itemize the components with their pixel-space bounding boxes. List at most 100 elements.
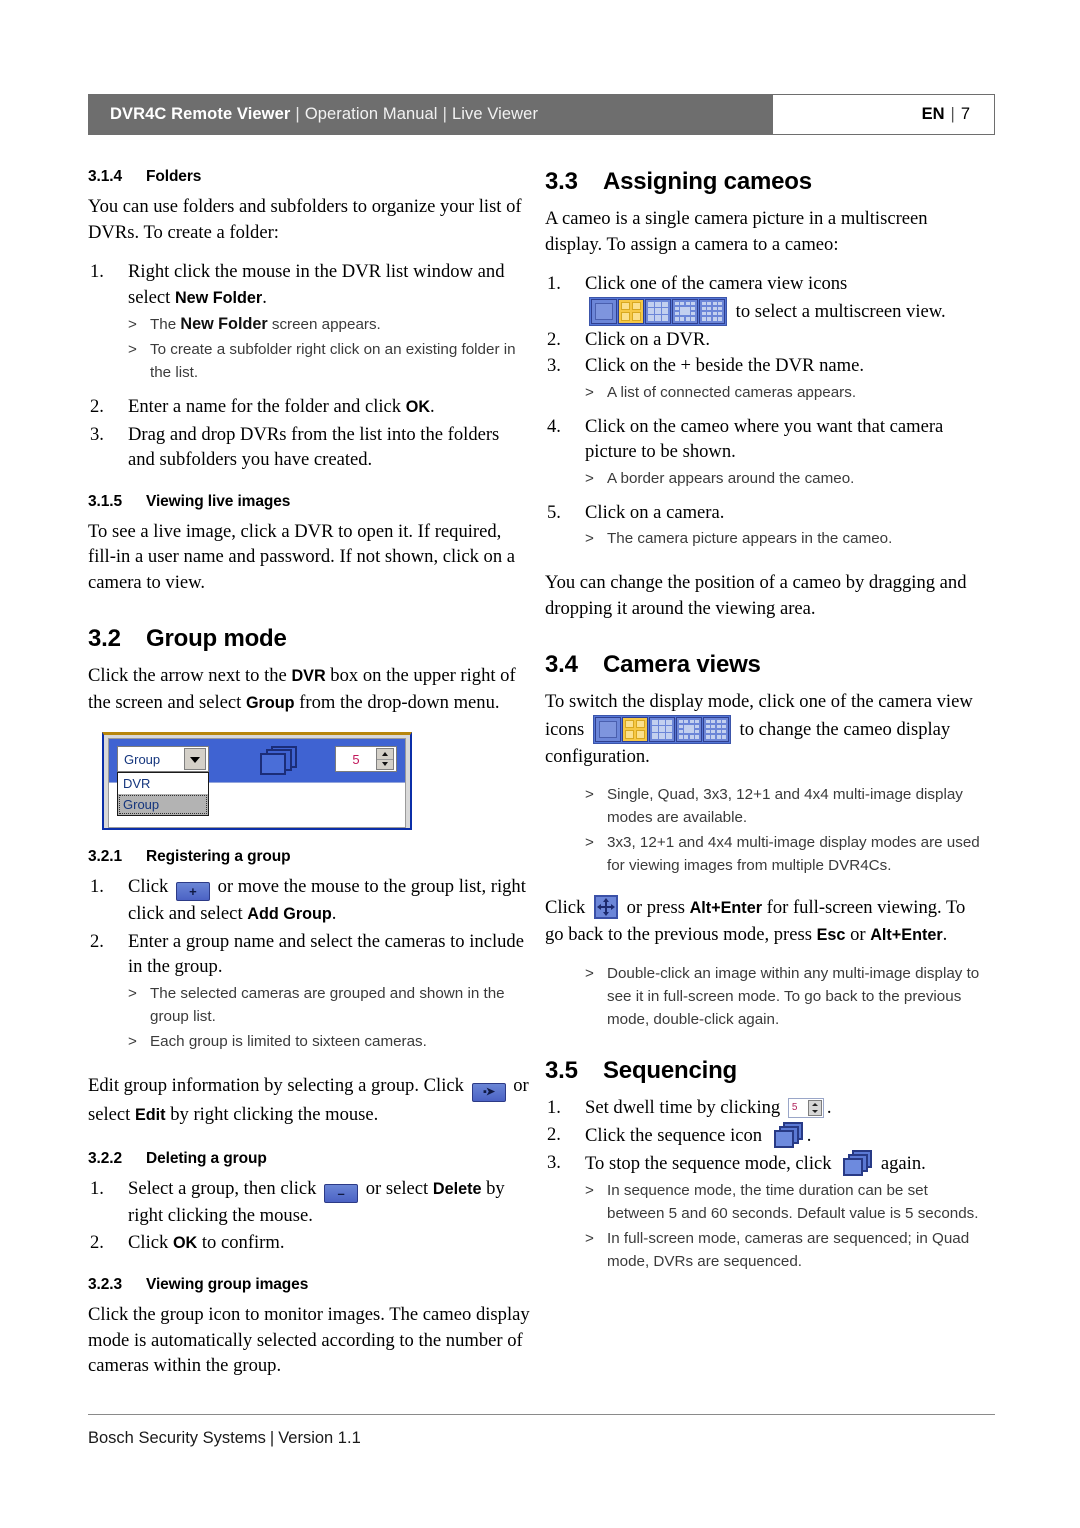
sequencing-step-1-text-b: .	[826, 1097, 832, 1118]
grid-4x4	[702, 301, 722, 321]
full-screen-text-b: or press	[621, 897, 690, 918]
cameos-step-3-notes: > A list of connected cameras appears.	[585, 381, 987, 404]
folders-step-1-bold: New Folder	[174, 288, 263, 307]
footer-separator: |	[269, 1429, 275, 1447]
mode-dropdown[interactable]: Group	[117, 746, 209, 772]
chevron-down-icon[interactable]	[184, 748, 206, 770]
registering-step-1-text-d: .	[331, 903, 337, 924]
deleting-step-2-text-a: Click	[128, 1231, 173, 1253]
cameos-note-5: > The camera picture appears in the came…	[585, 527, 987, 550]
view-icon-12plus1[interactable]	[672, 298, 698, 324]
sequencing-note-2-text: In full-screen mode, cameras are sequenc…	[607, 1229, 970, 1270]
arrow-left	[596, 904, 601, 910]
dwell-time-spinner[interactable]: 5	[335, 746, 397, 772]
heading-3-5-title: Sequencing	[603, 1057, 738, 1084]
view-icon-quad[interactable]	[621, 716, 648, 742]
spinner-arrows-icon[interactable]	[807, 1100, 822, 1116]
folders-step-2-text-c: .	[430, 396, 435, 417]
camera-views-note-2-text: 3x3, 12+1 and 4x4 multi-image display mo…	[607, 834, 980, 874]
cameos-outro: You can change the position of a cameo b…	[545, 572, 967, 619]
view-icon-3x3[interactable]	[648, 716, 675, 742]
spinner-down-icon[interactable]	[377, 758, 393, 770]
view-icon-single[interactable]	[591, 298, 617, 324]
heading-3-5-number: 3.5	[545, 1057, 578, 1084]
folders-step-2-text-a: Enter a name for the folder and click	[128, 396, 406, 417]
spinner-buttons[interactable]	[376, 748, 394, 770]
cameos-step-3-number: 3.	[547, 355, 561, 376]
full-screen-icon[interactable]	[593, 895, 618, 919]
registering-step-1: 1. Click + or move the mouse to the grou…	[88, 874, 530, 928]
heading-3-1-5: 3.1.5 Viewing live images	[88, 493, 530, 511]
group-mode-body: Click the arrow next to the DVR box on t…	[88, 663, 530, 716]
view-icon-4x4[interactable]	[702, 716, 729, 742]
full-screen-key-1: Alt+Enter	[689, 899, 763, 917]
cameos-step-3: 3. Click on the + beside the DVR name. >…	[545, 353, 987, 404]
sequence-stack-icon[interactable]	[840, 1149, 873, 1177]
note-marker-icon: >	[585, 1181, 594, 1199]
camera-views-note-1: > Single, Quad, 3x3, 12+1 and 4x4 multi-…	[585, 783, 987, 829]
heading-3-2-1-title: Registering a group	[146, 848, 291, 865]
registering-note-1: > The selected cameras are grouped and s…	[128, 982, 530, 1028]
sequencing-step-1-text-a: Set dwell time by clicking	[585, 1097, 785, 1118]
camera-view-icons[interactable]	[592, 714, 731, 744]
sequence-stack-icon[interactable]	[255, 746, 297, 776]
heading-3-2-3: 3.2.3 Viewing group images	[88, 1276, 530, 1294]
sequencing-step-1: 1. Set dwell time by clicking 5.	[545, 1095, 987, 1121]
footer-divider	[88, 1414, 995, 1415]
cameos-step-3-text: Click on the + beside the DVR name.	[585, 355, 865, 376]
cameos-step-5-text: Click on a camera.	[585, 501, 725, 523]
registering-note-2-text: Each group is limited to sixteen cameras…	[150, 1032, 427, 1050]
quad-grid	[624, 719, 645, 739]
dwell-time-spinner-value: 5	[791, 1102, 798, 1113]
footer-version: Version 1.1	[278, 1429, 361, 1447]
note-marker-icon: >	[128, 984, 137, 1002]
deleting-step-2: 2. Click OK to confirm.	[88, 1230, 530, 1257]
edit-group-text-d: by right clicking the mouse.	[165, 1103, 379, 1125]
folders-step-3-text: Drag and drop DVRs from the list into th…	[128, 423, 500, 471]
cameos-note-3: > A list of connected cameras appears.	[585, 381, 987, 404]
viewing-group-images-body: Click the group icon to monitor images. …	[88, 1304, 530, 1376]
folders-note-2-text: To create a subfolder right click on an …	[150, 341, 516, 381]
arrow-down	[602, 912, 609, 916]
camera-view-icons[interactable]	[589, 296, 727, 326]
view-icon-4x4[interactable]	[699, 298, 725, 324]
cameos-step-1-number: 1.	[547, 273, 561, 294]
camera-views-notes: > Single, Quad, 3x3, 12+1 and 4x4 multi-…	[585, 783, 987, 877]
single-pane	[598, 720, 617, 738]
spinner-up-icon[interactable]	[377, 749, 393, 759]
view-icon-single[interactable]	[594, 716, 621, 742]
view-icon-quad[interactable]	[618, 298, 644, 324]
registering-note-2: > Each group is limited to sixteen camer…	[128, 1030, 530, 1053]
view-icon-12plus1[interactable]	[675, 716, 702, 742]
grid-3x3	[651, 719, 672, 739]
delete-group-icon[interactable]: –	[324, 1184, 359, 1203]
grid-4x4	[705, 719, 726, 739]
add-group-icon[interactable]: +	[175, 882, 210, 901]
heading-3-2-2-number: 3.2.2	[88, 1150, 122, 1167]
cameos-intro: A cameo is a single camera picture in a …	[545, 208, 928, 255]
left-column: 3.1.4 Folders You can use folders and su…	[88, 168, 530, 1393]
mode-dropdown-list[interactable]: DVR Group	[117, 772, 209, 816]
folders-step-1-text-c: .	[262, 286, 267, 308]
mode-option-dvr[interactable]: DVR	[118, 773, 208, 794]
deleting-step-1-number: 1.	[90, 1178, 104, 1199]
edit-group-icon-glyph: ▪➤	[483, 1085, 495, 1098]
heading-3-1-5-title: Viewing live images	[146, 492, 291, 510]
cameos-step-4-text: Click on the cameo where you want that c…	[585, 415, 944, 463]
edit-group-icon[interactable]: ▪➤	[471, 1082, 506, 1102]
footer-text: Bosch Security Systems | Version 1.1	[88, 1429, 995, 1448]
dwell-time-spinner-icon[interactable]: 5	[787, 1098, 824, 1118]
view-icon-3x3[interactable]	[645, 298, 671, 324]
full-screen-text-a: Click	[545, 897, 590, 918]
deleting-step-2-number: 2.	[90, 1231, 104, 1253]
header-page-indicator: EN | 7	[773, 94, 995, 135]
note-marker-icon: >	[585, 786, 594, 803]
sequencing-note-1-text: In sequence mode, the time duration can …	[607, 1181, 979, 1222]
sequence-stack-icon[interactable]	[771, 1121, 803, 1149]
mode-option-group[interactable]: Group	[118, 794, 208, 815]
cameos-step-4-number: 4.	[547, 415, 561, 437]
right-column: 3.3 Assigning cameos A cameo is a single…	[545, 168, 987, 1285]
header-page-separator: |	[950, 105, 955, 123]
